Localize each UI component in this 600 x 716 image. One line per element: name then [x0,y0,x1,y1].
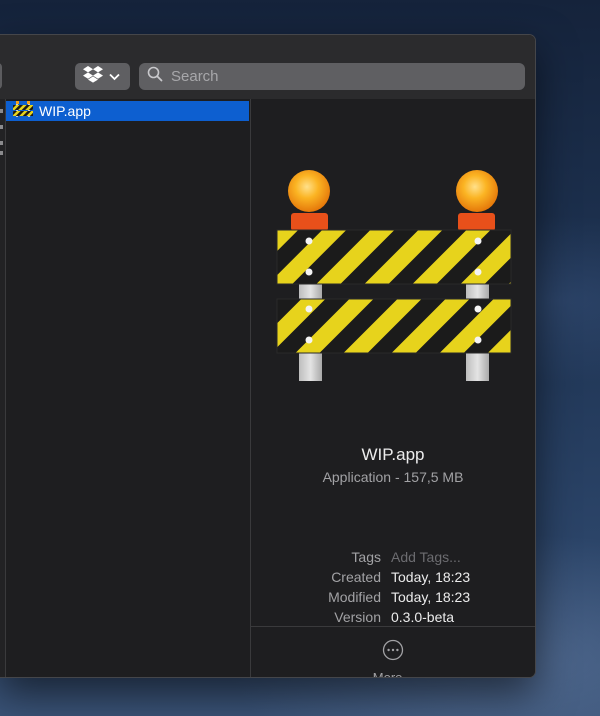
more-label: More... [372,670,414,678]
add-tags-field[interactable]: Add Tags... [391,549,461,565]
barricade-app-icon [13,100,33,122]
meta-value: Today, 18:23 [391,589,471,605]
meta-key: Created [331,569,381,585]
meta-value: 0.3.0-beta [391,609,455,625]
column-row-marker [0,125,3,129]
file-row-label: WIP.app [39,103,91,119]
meta-key: Version [334,609,381,625]
preview-file-kind: Application - 157,5 MB [322,469,464,485]
column-row-marker [0,141,3,145]
preview-file-name: WIP.app [361,445,425,464]
toolbar [0,35,535,100]
preview-pane: WIP.app Application - 157,5 MB Tags Add … [251,99,535,677]
dropbox-menu-button[interactable] [75,63,130,90]
more-button[interactable]: More... [251,639,535,678]
toolbar-button-partial[interactable] [0,63,2,89]
ellipsis-circle-icon [382,639,404,665]
meta-row-modified: Modified Today, 18:23 [251,589,535,609]
meta-value: Today, 18:23 [391,569,471,585]
search-field[interactable] [139,63,525,90]
meta-key: Tags [351,549,381,565]
meta-row-tags: Tags Add Tags... [251,549,535,569]
search-icon [147,66,163,87]
file-row-wip-app[interactable]: WIP.app [6,100,249,122]
dropbox-icon [83,65,103,88]
construction-barricade-icon [273,135,513,409]
divider [251,626,535,627]
meta-key: Modified [328,589,381,605]
column-row-marker [0,151,3,155]
meta-row-created: Created Today, 18:23 [251,569,535,589]
finder-window: WIP.app [0,34,536,678]
chevron-down-icon [109,68,120,86]
search-input[interactable] [169,67,513,86]
column-row-marker [0,109,3,113]
file-column: WIP.app [6,99,251,677]
